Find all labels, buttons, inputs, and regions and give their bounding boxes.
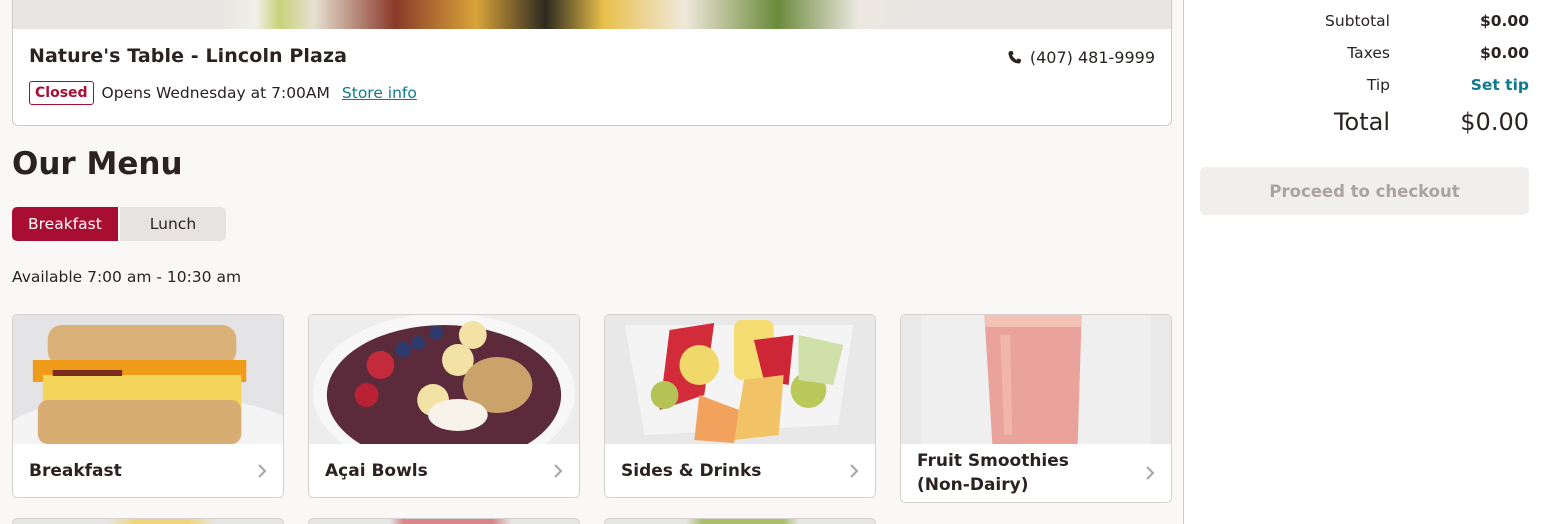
tip-row: Tip Set tip <box>1184 76 1529 94</box>
category-label-row: Açai Bowls <box>309 444 579 497</box>
store-header-card: Nature's Table - Lincoln Plaza (407) 481… <box>12 0 1172 126</box>
total-label: Total <box>1333 108 1390 136</box>
subtotal-value: $0.00 <box>1479 12 1529 30</box>
category-card-next[interactable] <box>12 518 284 524</box>
taxes-row: Taxes $0.00 <box>1184 44 1529 62</box>
page-title: Our Menu <box>12 146 183 182</box>
store-status-row: Closed Opens Wednesday at 7:00AM Store i… <box>29 81 417 105</box>
chevron-right-icon <box>258 463 267 478</box>
category-label-row: Fruit Smoothies (Non-Dairy) <box>901 444 1171 502</box>
opening-time-text: Opens Wednesday at 7:00AM <box>101 84 330 102</box>
acai-bowl-image <box>309 315 579 444</box>
category-label: Fruit Smoothies (Non-Dairy) <box>917 451 1069 495</box>
category-card-next[interactable] <box>308 518 580 524</box>
store-phone[interactable]: (407) 481-9999 <box>1007 48 1155 67</box>
store-hero-image <box>13 0 1171 29</box>
category-card-next[interactable] <box>604 518 876 524</box>
category-label: Açai Bowls <box>325 460 428 481</box>
phone-number: (407) 481-9999 <box>1029 48 1155 67</box>
taxes-value: $0.00 <box>1479 44 1529 62</box>
chevron-right-icon <box>850 463 859 478</box>
category-label: Breakfast <box>29 460 122 481</box>
subtotal-label: Subtotal <box>1325 12 1390 30</box>
taxes-label: Taxes <box>1347 44 1390 62</box>
phone-icon <box>1008 50 1021 64</box>
status-badge: Closed <box>29 81 94 105</box>
availability-text: Available 7:00 am - 10:30 am <box>12 268 242 286</box>
category-card-breakfast[interactable]: Breakfast <box>12 314 284 498</box>
category-card-acai-bowls[interactable]: Açai Bowls <box>308 314 580 498</box>
tab-breakfast[interactable]: Breakfast <box>12 207 118 241</box>
chevron-right-icon <box>1146 466 1155 480</box>
proceed-to-checkout-button[interactable]: Proceed to checkout <box>1200 167 1529 215</box>
tab-lunch[interactable]: Lunch <box>119 207 227 241</box>
set-tip-link[interactable]: Set tip <box>1390 76 1529 94</box>
total-row: Total $0.00 <box>1184 108 1529 136</box>
category-label: Sides & Drinks <box>621 460 762 481</box>
subtotal-row: Subtotal $0.00 <box>1184 12 1529 30</box>
total-value: $0.00 <box>1460 108 1529 136</box>
fruit-cup-image <box>605 315 875 444</box>
category-card-fruit-smoothies[interactable]: Fruit Smoothies (Non-Dairy) <box>900 314 1172 503</box>
category-label-row: Sides & Drinks <box>605 444 875 497</box>
cart-panel: Subtotal $0.00 Taxes $0.00 Tip Set tip T… <box>1183 0 1544 524</box>
tip-label: Tip <box>1366 76 1390 94</box>
breakfast-sandwich-image <box>13 315 283 444</box>
menu-tabs: Breakfast Lunch <box>12 207 227 241</box>
chevron-right-icon <box>554 463 563 478</box>
store-info-link[interactable]: Store info <box>342 84 417 102</box>
category-card-sides-drinks[interactable]: Sides & Drinks <box>604 314 876 498</box>
smoothie-image <box>901 315 1171 444</box>
store-name: Nature's Table - Lincoln Plaza <box>29 45 348 67</box>
category-label-row: Breakfast <box>13 444 283 497</box>
